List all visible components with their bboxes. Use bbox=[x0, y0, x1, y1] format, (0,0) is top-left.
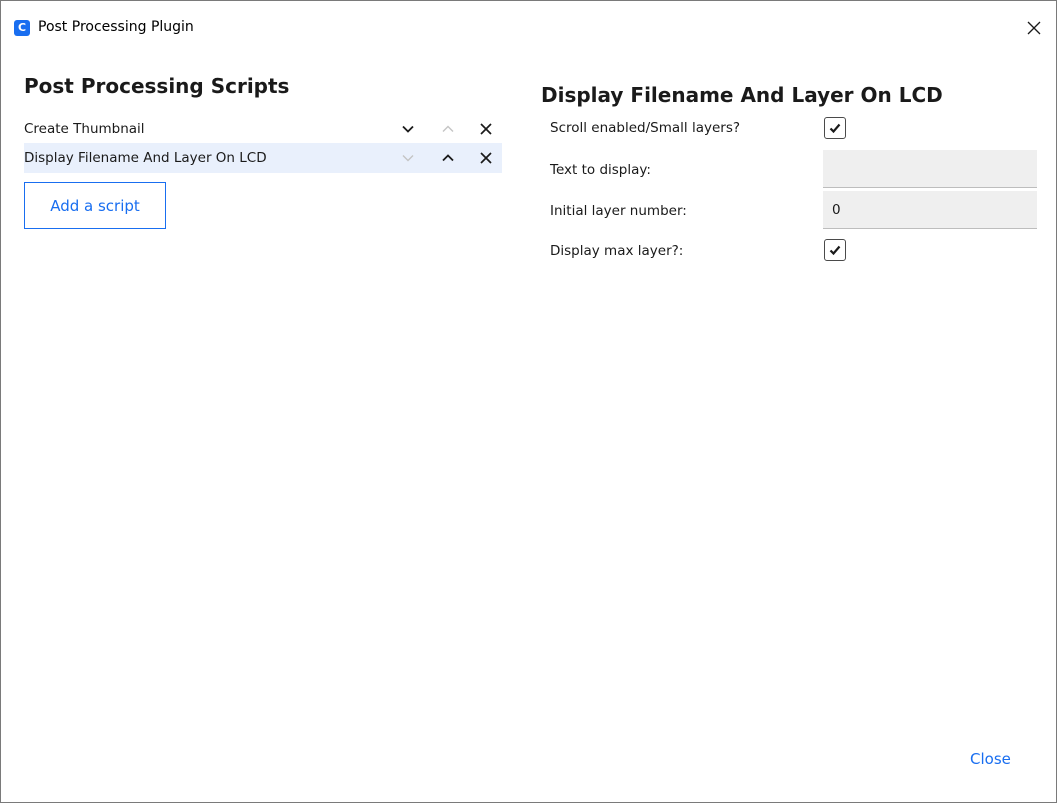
remove-script-button[interactable] bbox=[475, 118, 497, 140]
close-icon bbox=[480, 152, 492, 164]
settings-heading: Display Filename And Layer On LCD bbox=[541, 83, 943, 107]
move-down-button[interactable] bbox=[397, 118, 419, 140]
move-up-button[interactable] bbox=[437, 147, 459, 169]
chevron-down-icon bbox=[402, 125, 414, 133]
close-icon bbox=[480, 123, 492, 135]
chevron-down-icon bbox=[402, 155, 414, 162]
remove-script-button[interactable] bbox=[475, 147, 497, 169]
close-button[interactable]: Close bbox=[970, 750, 1011, 768]
scroll-enabled-checkbox[interactable] bbox=[824, 117, 846, 139]
move-up-button[interactable] bbox=[437, 118, 459, 140]
script-row-create-thumbnail[interactable]: Create Thumbnail bbox=[24, 114, 502, 144]
script-name[interactable]: Create Thumbnail bbox=[24, 121, 145, 137]
checkmark-icon bbox=[829, 245, 841, 256]
cura-app-icon: C bbox=[14, 20, 30, 36]
close-icon bbox=[1027, 21, 1041, 35]
script-row-display-filename[interactable]: Display Filename And Layer On LCD bbox=[24, 143, 502, 173]
setting-label-initial-layer: Initial layer number: bbox=[550, 203, 687, 219]
checkmark-icon bbox=[829, 123, 841, 134]
window-title: Post Processing Plugin bbox=[38, 19, 194, 35]
display-max-layer-checkbox[interactable] bbox=[824, 239, 846, 261]
text-to-display-input[interactable] bbox=[823, 150, 1037, 188]
post-processing-dialog: C Post Processing Plugin Post Processing… bbox=[0, 0, 1057, 803]
initial-layer-number-input[interactable] bbox=[823, 191, 1037, 229]
script-name[interactable]: Display Filename And Layer On LCD bbox=[24, 150, 267, 166]
chevron-up-icon bbox=[442, 154, 454, 162]
title-bar: C Post Processing Plugin bbox=[1, 1, 1056, 55]
scripts-heading: Post Processing Scripts bbox=[24, 74, 290, 98]
setting-label-text-to-display: Text to display: bbox=[550, 162, 651, 178]
move-down-button[interactable] bbox=[397, 147, 419, 169]
close-window-button[interactable] bbox=[1021, 15, 1047, 41]
chevron-up-icon bbox=[442, 125, 454, 132]
add-script-button[interactable]: Add a script bbox=[24, 182, 166, 229]
setting-label-display-max-layer: Display max layer?: bbox=[550, 243, 684, 259]
setting-label-scroll-enabled: Scroll enabled/Small layers? bbox=[550, 120, 741, 136]
